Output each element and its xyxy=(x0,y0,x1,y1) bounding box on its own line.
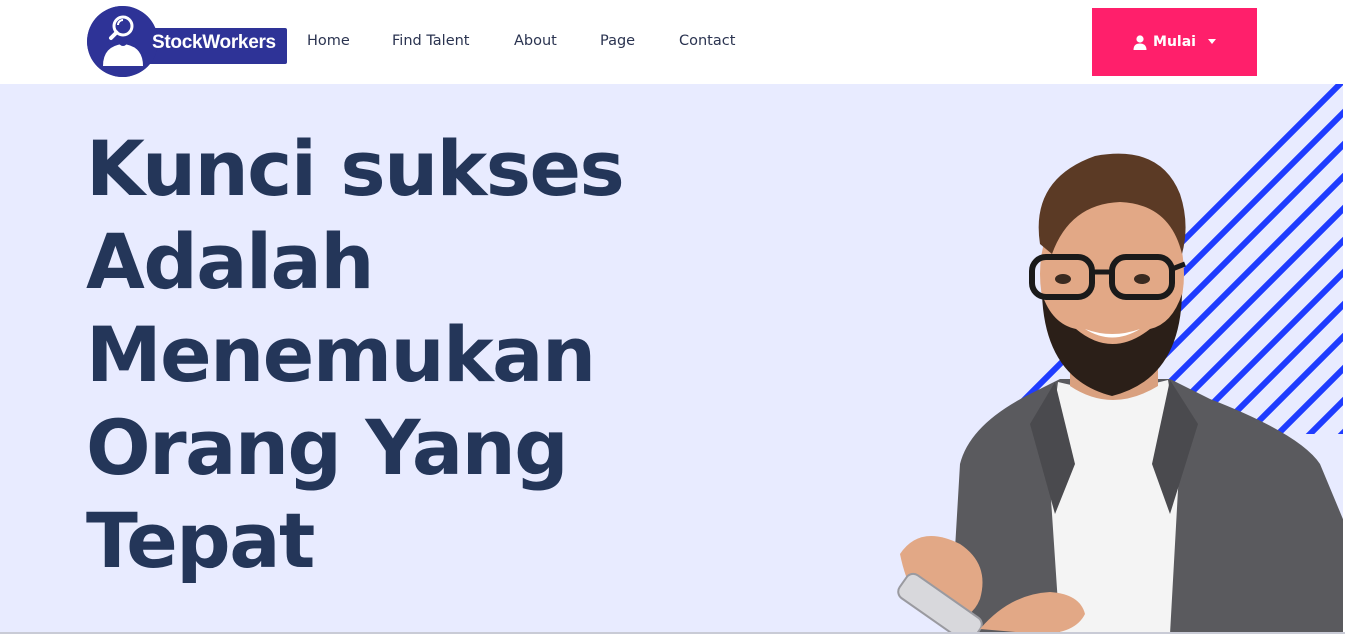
headline-line-2: Adalah xyxy=(86,217,374,306)
hero-person-image xyxy=(897,153,1345,634)
logo-text: StockWorkers xyxy=(152,32,276,53)
headline-line-4: Orang Yang xyxy=(86,403,569,492)
headline-line-1: Kunci sukses xyxy=(86,124,625,213)
navbar: StockWorkers Home Find Talent About Page… xyxy=(0,0,1345,84)
logo[interactable]: StockWorkers xyxy=(87,6,287,77)
hero-headline: Kunci sukses Adalah Menemukan Orang Yang… xyxy=(86,122,706,587)
nav-contact[interactable]: Contact xyxy=(679,33,735,49)
nav-home[interactable]: Home xyxy=(307,33,350,49)
mulai-dropdown-button[interactable]: Mulai xyxy=(1092,8,1257,76)
mulai-label: Mulai xyxy=(1153,34,1196,50)
hero-section: Kunci sukses Adalah Menemukan Orang Yang… xyxy=(0,84,1345,634)
logo-badge xyxy=(87,6,158,77)
search-person-icon xyxy=(87,6,158,77)
nav-about[interactable]: About xyxy=(514,33,557,49)
nav-find-talent[interactable]: Find Talent xyxy=(392,33,469,49)
nav-page[interactable]: Page xyxy=(600,33,635,49)
caret-down-icon xyxy=(1207,38,1216,44)
user-icon xyxy=(1133,34,1147,50)
headline-line-5: Tepat xyxy=(86,496,315,585)
headline-line-3: Menemukan xyxy=(86,310,596,399)
